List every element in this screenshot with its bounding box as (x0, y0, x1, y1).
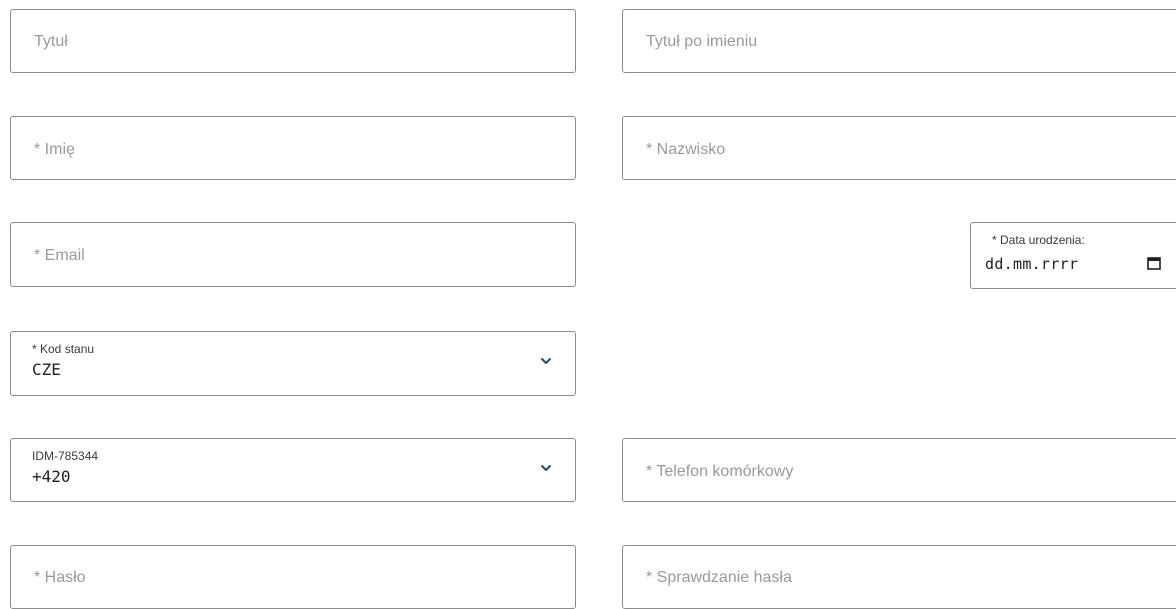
chevron-down-icon[interactable] (539, 354, 553, 368)
calendar-icon[interactable] (1147, 256, 1161, 270)
mobile-phone-field[interactable]: * Telefon komórkowy (622, 438, 1176, 502)
last-name-field[interactable]: * Nazwisko (622, 116, 1176, 180)
password-check-placeholder: * Sprawdzanie hasła (646, 569, 792, 586)
title-after-name-field[interactable]: Tytuł po imieniu (622, 9, 1176, 73)
email-field[interactable]: * Email (10, 222, 576, 287)
birth-date-label: * Data urodzenia: (992, 233, 1085, 247)
first-name-field[interactable]: * Imię (10, 116, 576, 180)
state-code-value: CZE (32, 360, 61, 379)
phone-prefix-select[interactable]: IDM-785344 +420 (10, 438, 576, 502)
mobile-phone-placeholder: * Telefon komórkowy (646, 463, 794, 480)
title-field[interactable]: Tytuł (10, 9, 576, 73)
email-placeholder: * Email (34, 247, 85, 264)
birth-date-field[interactable]: * Data urodzenia: dd.mm.rrrr (970, 222, 1176, 289)
last-name-placeholder: * Nazwisko (646, 141, 726, 158)
phone-prefix-label: IDM-785344 (32, 449, 99, 463)
state-code-label: * Kod stanu (32, 342, 95, 356)
birth-date-value[interactable]: dd.mm.rrrr (985, 255, 1078, 273)
chevron-down-icon[interactable] (539, 461, 553, 475)
password-placeholder: * Hasło (34, 569, 86, 586)
title-after-name-placeholder: Tytuł po imieniu (646, 33, 758, 50)
password-check-field[interactable]: * Sprawdzanie hasła (622, 545, 1176, 609)
state-code-select[interactable]: * Kod stanu CZE (10, 331, 576, 396)
first-name-placeholder: * Imię (34, 141, 75, 158)
password-field[interactable]: * Hasło (10, 545, 576, 609)
title-placeholder: Tytuł (34, 33, 68, 50)
phone-prefix-value: +420 (32, 467, 71, 486)
